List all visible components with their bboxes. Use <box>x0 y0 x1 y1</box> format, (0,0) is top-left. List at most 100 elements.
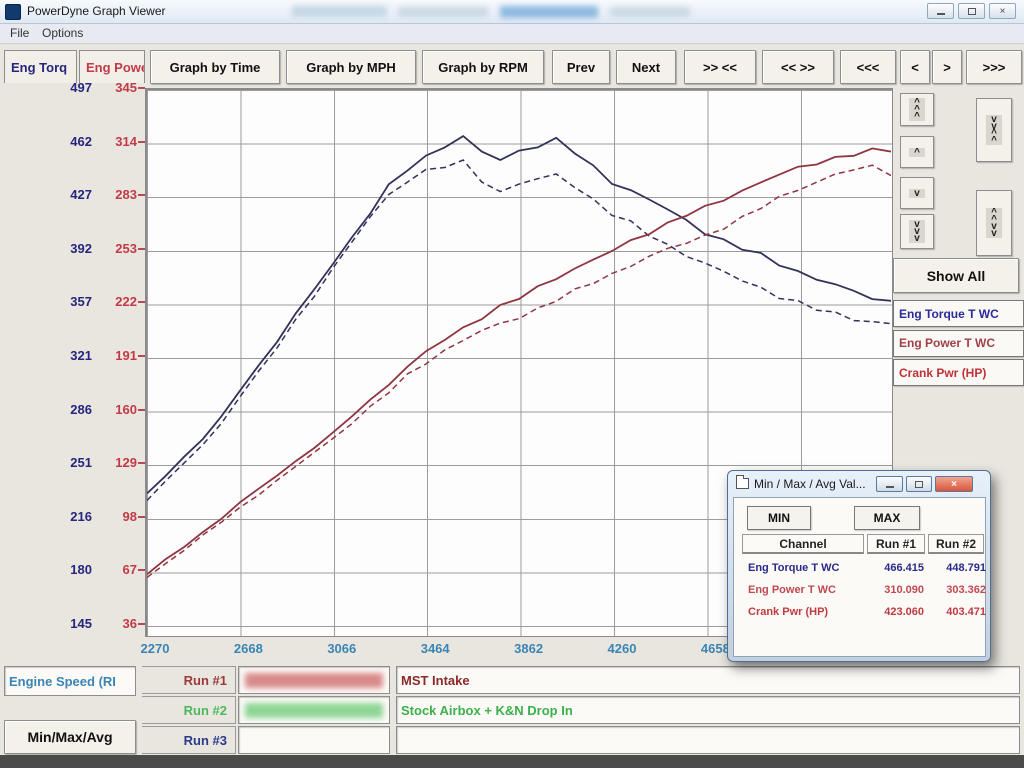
torque-tick-label: 357 <box>30 294 92 309</box>
tab-eng-pow[interactable]: Eng Powe <box>79 50 145 83</box>
scroll-down-button[interactable]: v <box>900 177 934 209</box>
redacted-title-text <box>398 7 488 17</box>
toolbar-button-nav[interactable]: > <box>932 50 962 84</box>
torque-tick-label: 427 <box>30 187 92 202</box>
run-label-2: Run #2 <box>142 696 236 724</box>
run-label-3: Run #3 <box>142 726 236 754</box>
title-bar: PowerDyne Graph Viewer × <box>0 0 1024 24</box>
close-button[interactable]: × <box>989 3 1016 19</box>
dialog-icon <box>736 478 749 489</box>
legend-button-eng-power-t-wc[interactable]: Eng Power T WC <box>893 330 1024 357</box>
toolbar-button-nav[interactable]: < <box>900 50 930 84</box>
power-tick-label: 222 <box>95 294 137 309</box>
show-all-button[interactable]: Show All <box>893 258 1019 293</box>
toolbar-button-nav[interactable]: << >> <box>762 50 834 84</box>
dialog-close-button[interactable]: × <box>935 476 973 492</box>
dialog-run2-value: 448.791 <box>930 562 986 574</box>
dialog-run2-value: 303.362 <box>930 584 986 596</box>
power-tick-mark <box>138 141 145 143</box>
torque-tick-label: 462 <box>30 134 92 149</box>
maximize-icon <box>968 8 976 15</box>
close-icon: × <box>951 479 957 490</box>
run2-header: Run #2 <box>928 534 984 554</box>
tab-eng-torq-label: Eng Torq <box>11 60 67 75</box>
power-tick-label: 98 <box>95 509 137 524</box>
minimize-icon <box>886 485 894 488</box>
power-tick-mark <box>138 569 145 571</box>
toolbar-button-next[interactable]: Next <box>616 50 676 84</box>
power-tick-mark <box>138 355 145 357</box>
dialog-maximize-button[interactable] <box>906 476 932 492</box>
dialog-run1-value: 466.415 <box>860 562 924 574</box>
curve-eng-torque-t-wc-run-1 <box>147 136 891 493</box>
redacted-title-text <box>610 7 690 17</box>
legend-button-eng-torque-t-wc[interactable]: Eng Torque T WC <box>893 300 1024 327</box>
collapse-scale-button[interactable]: vv^^ <box>976 98 1012 162</box>
power-tick-mark <box>138 409 145 411</box>
power-tick-mark <box>138 87 145 89</box>
scroll-down-fast-button[interactable]: vvv <box>900 214 934 249</box>
chevrons-outward-icon: ^^vv <box>986 208 1002 238</box>
rpm-tick-label: 4260 <box>590 641 654 656</box>
torque-tick-label: 392 <box>30 241 92 256</box>
toolbar-button-graph-by-time[interactable]: Graph by Time <box>150 50 280 84</box>
torque-tick-label: 180 <box>30 562 92 577</box>
dialog-body: MIN MAX Channel Run #1 Run #2 Eng Torque… <box>733 497 986 657</box>
toolbar-button-prev[interactable]: Prev <box>552 50 610 84</box>
chevron-down-icon: v <box>909 189 925 198</box>
window-title: PowerDyne Graph Viewer <box>27 4 166 18</box>
run-description-3[interactable] <box>396 726 1020 754</box>
min-max-avg-button[interactable]: Min/Max/Avg <box>4 720 136 754</box>
run-label-1: Run #1 <box>142 666 236 694</box>
power-tick-label: 129 <box>95 455 137 470</box>
toolbar-button-nav[interactable]: >> << <box>684 50 756 84</box>
expand-scale-button[interactable]: ^^vv <box>976 190 1012 256</box>
channel-header: Channel <box>742 534 864 554</box>
toolbar-button-nav[interactable]: >>> <box>966 50 1022 84</box>
menu-file[interactable]: File <box>10 26 29 40</box>
max-button[interactable]: MAX <box>854 506 920 530</box>
maximize-icon <box>915 481 923 488</box>
engine-speed-channel-box[interactable]: Engine Speed (RI <box>4 666 136 696</box>
run-description-2[interactable]: Stock Airbox + K&N Drop In <box>396 696 1020 724</box>
menu-options[interactable]: Options <box>42 26 83 40</box>
tab-eng-torq[interactable]: Eng Torq <box>4 50 77 83</box>
rpm-tick-label: 3862 <box>497 641 561 656</box>
toolbar-button-graph-by-mph[interactable]: Graph by MPH <box>286 50 416 84</box>
dialog-title: Min / Max / Avg Val... <box>754 477 866 491</box>
power-tick-label: 283 <box>95 187 137 202</box>
legend-button-crank-pwr-hp[interactable]: Crank Pwr (HP) <box>893 359 1024 386</box>
dialog-channel-name: Eng Torque T WC <box>748 562 839 574</box>
minimize-button[interactable] <box>927 3 954 19</box>
toolbar-button-nav[interactable]: <<< <box>840 50 896 84</box>
power-tick-label: 36 <box>95 616 137 631</box>
window-bottom-edge <box>0 755 1024 768</box>
power-tick-mark <box>138 623 145 625</box>
redacted-title-text-highlighted <box>500 6 598 18</box>
run-file-box-2[interactable] <box>238 696 390 724</box>
triple-chevron-down-icon: vvv <box>909 220 925 243</box>
power-tick-mark <box>138 194 145 196</box>
run-file-box-1[interactable] <box>238 666 390 694</box>
toolbar-button-graph-by-rpm[interactable]: Graph by RPM <box>422 50 544 84</box>
tab-eng-pow-label: Eng Powe <box>86 60 145 75</box>
power-tick-mark <box>138 516 145 518</box>
min-button[interactable]: MIN <box>747 506 811 530</box>
triple-chevron-up-icon: ^^^ <box>909 98 925 121</box>
dialog-minimize-button[interactable] <box>876 476 903 492</box>
rpm-tick-label: 2270 <box>123 641 187 656</box>
scroll-up-button[interactable]: ^ <box>900 136 934 168</box>
dialog-run1-value: 310.090 <box>860 584 924 596</box>
scroll-up-fast-button[interactable]: ^^^ <box>900 93 934 126</box>
close-icon: × <box>1000 6 1006 17</box>
run-file-box-3[interactable] <box>238 726 390 754</box>
run-description-1[interactable]: MST Intake <box>396 666 1020 694</box>
redacted-run-filename <box>245 703 383 718</box>
torque-tick-label: 286 <box>30 402 92 417</box>
maximize-button[interactable] <box>958 3 985 19</box>
dialog-channel-name: Eng Power T WC <box>748 584 836 596</box>
power-tick-label: 160 <box>95 402 137 417</box>
window-controls: × <box>927 3 1016 19</box>
torque-tick-label: 321 <box>30 348 92 363</box>
power-tick-label: 253 <box>95 241 137 256</box>
